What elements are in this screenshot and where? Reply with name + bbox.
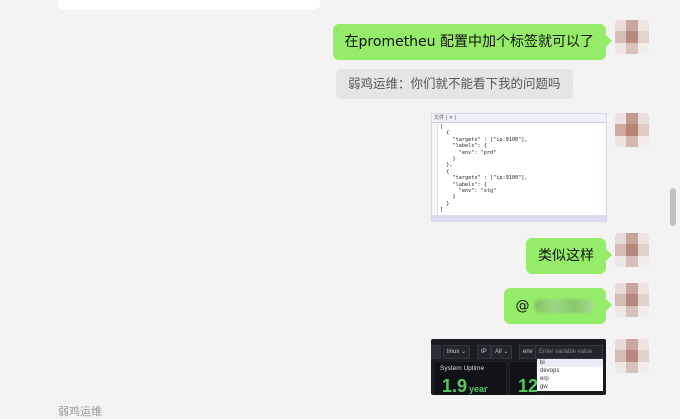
message-text: 在prometheu 配置中加个标签就可以了	[344, 34, 594, 50]
second-panel: 12	[509, 361, 539, 395]
dropdown-option: gw	[540, 384, 548, 390]
mention-bubble[interactable]: @	[503, 288, 613, 324]
message-bubble[interactable]: 类似这样	[526, 238, 612, 274]
message-text: 类似这样	[538, 248, 594, 264]
variable-chip: All ⌄	[491, 345, 513, 359]
editor-tab: 文件 | ✕ |	[432, 114, 606, 123]
avatar[interactable]	[615, 20, 649, 54]
message-bubble[interactable]: 在prometheu 配置中加个标签就可以了	[332, 24, 613, 60]
dropdown-option: bi	[537, 359, 603, 367]
avatar[interactable]	[615, 339, 649, 373]
uptime-panel: System Uptime 1.9 year	[433, 361, 507, 395]
dropdown-option: devops	[540, 368, 560, 374]
redacted-name	[534, 299, 594, 313]
previous-message-card	[58, 0, 320, 10]
variable-chip: linux ⌄	[443, 345, 471, 359]
code-content: [ { "targets" : ["ip:9100"], "labels": {…	[440, 124, 528, 214]
panel-value: 12	[518, 376, 539, 395]
avatar[interactable]	[615, 113, 649, 147]
dropdown-option: erp	[540, 376, 549, 382]
variable-value: linux	[447, 349, 460, 355]
variable-label: IP	[477, 345, 491, 359]
code-screenshot-image[interactable]: 文件 | ✕ | [ { "targets" : ["ip:9100"], "l…	[431, 113, 607, 222]
panel-value: 1.9	[442, 376, 468, 395]
variable-input: Enter variable value	[535, 345, 603, 359]
panel-title: System Uptime	[440, 365, 485, 372]
panel-unit: year	[469, 384, 488, 394]
variable-dropdown: bi devops erp gw	[537, 359, 603, 391]
mention-symbol: @	[515, 298, 530, 314]
scrollbar[interactable]	[670, 188, 676, 226]
variable-value: All	[495, 349, 502, 355]
dashboard-logo-icon	[431, 345, 441, 359]
editor-footer	[432, 215, 606, 221]
editor-gutter	[432, 123, 438, 215]
quoted-message-text: 弱鸡运维：你们就不能看下我的问题吗	[348, 76, 561, 91]
dashboard-screenshot-image[interactable]: linux ⌄ IP All ⌄ env Enter variable valu…	[431, 339, 606, 395]
quoted-message[interactable]: 弱鸡运维：你们就不能看下我的问题吗	[336, 69, 573, 99]
avatar[interactable]	[615, 233, 649, 267]
avatar[interactable]	[615, 283, 649, 317]
sender-name: 弱鸡运维	[58, 405, 102, 418]
